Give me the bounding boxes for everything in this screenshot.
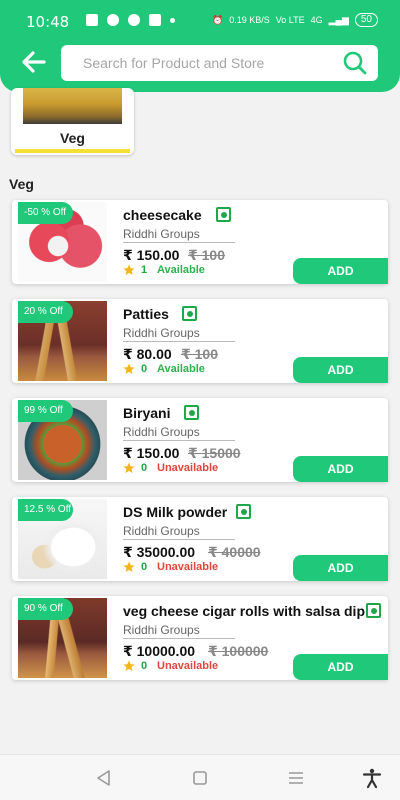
product-card[interactable]: 99 % Off Biryani Riddhi Groups ₹ 150.00 … [12, 398, 388, 482]
app-header: 10:48 ⏰ 0.19 KB/S Vo LTE 4G ▂▄▆ 50 [0, 0, 400, 92]
availability-status: Unavailable [157, 561, 219, 573]
search-bar[interactable] [61, 45, 378, 81]
status-right: ⏰ 0.19 KB/S Vo LTE 4G ▂▄▆ 50 [212, 13, 378, 27]
section-title: Veg [9, 176, 34, 192]
search-input[interactable] [61, 45, 341, 81]
availability-status: Unavailable [157, 660, 219, 672]
star-icon [123, 660, 135, 671]
product-card[interactable]: 20 % Off Patties Riddhi Groups ₹ 80.00 ₹… [12, 299, 388, 383]
veg-indicator-icon [236, 504, 251, 519]
product-price: ₹ 150.00 [123, 247, 180, 263]
product-name: cheesecake [123, 207, 202, 223]
divider [123, 539, 235, 540]
arrow-left-icon [22, 51, 46, 73]
add-button[interactable]: ADD [293, 258, 388, 284]
product-rating: 0 [141, 660, 148, 672]
product-name: Biryani [123, 405, 171, 421]
product-price: ₹ 150.00 [123, 445, 180, 461]
discount-badge: 12.5 % Off [18, 499, 73, 521]
product-store: Riddhi Groups [123, 227, 200, 241]
product-card[interactable]: 90 % Off veg cheese cigar rolls with sal… [12, 596, 388, 680]
search-icon[interactable] [342, 50, 368, 76]
product-card[interactable]: 12.5 % Off DS Milk powder Riddhi Groups … [12, 497, 388, 581]
triangle-back-icon[interactable] [93, 767, 115, 789]
product-name: Patties [123, 306, 169, 322]
category-label: Veg [60, 130, 85, 146]
product-mrp: ₹ 100 [181, 346, 218, 362]
fan-icon [107, 14, 119, 26]
product-rating: 0 [141, 363, 148, 375]
product-price: ₹ 80.00 [123, 346, 172, 362]
battery-level: 50 [354, 13, 378, 27]
back-button[interactable] [20, 48, 48, 76]
product-store: Riddhi Groups [123, 326, 200, 340]
category-selected-indicator [15, 149, 130, 153]
product-mrp: ₹ 100 [188, 247, 225, 263]
discount-badge: 99 % Off [18, 400, 73, 422]
star-icon [123, 363, 135, 374]
product-store: Riddhi Groups [123, 425, 200, 439]
square-home-icon[interactable] [189, 767, 211, 789]
category-tile-veg[interactable]: Veg [11, 88, 134, 155]
alarm-icon: ⏰ [212, 14, 224, 25]
product-mrp: ₹ 15000 [188, 445, 241, 461]
accessibility-icon[interactable] [361, 767, 383, 789]
app-notification-icon [149, 14, 161, 26]
system-nav-bar [0, 754, 400, 800]
add-button[interactable]: ADD [293, 456, 388, 482]
availability-status: Available [157, 264, 205, 276]
menu-lines-icon[interactable] [285, 767, 307, 789]
product-rating: 0 [141, 462, 148, 474]
divider [123, 440, 235, 441]
product-rating: 0 [141, 561, 148, 573]
add-button[interactable]: ADD [293, 654, 388, 680]
product-rating: 1 [141, 264, 148, 276]
divider [123, 638, 235, 639]
star-icon [123, 462, 135, 473]
veg-indicator-icon [216, 207, 231, 222]
discount-badge: 20 % Off [18, 301, 73, 323]
status-notification-icons [86, 14, 175, 26]
product-mrp: ₹ 40000 [208, 544, 261, 560]
availability-status: Available [157, 363, 205, 375]
discount-badge: 90 % Off [18, 598, 73, 620]
veg-indicator-icon [182, 306, 197, 321]
app-icon [128, 14, 140, 26]
status-bar: 10:48 ⏰ 0.19 KB/S Vo LTE 4G ▂▄▆ 50 [0, 0, 400, 40]
status-time: 10:48 [26, 13, 70, 31]
signal-label: 4G [310, 15, 323, 25]
product-mrp: ₹ 100000 [208, 643, 269, 659]
divider [123, 341, 235, 342]
volte-label: Vo LTE [275, 15, 305, 25]
category-image [23, 88, 122, 124]
veg-indicator-icon [184, 405, 199, 420]
product-card[interactable]: -50 % Off cheesecake Riddhi Groups ₹ 150… [12, 200, 388, 284]
product-store: Riddhi Groups [123, 623, 200, 637]
product-name: DS Milk powder [123, 504, 228, 520]
message-icon [86, 14, 98, 26]
add-button[interactable]: ADD [293, 555, 388, 581]
divider [123, 242, 235, 243]
product-price: ₹ 35000.00 [123, 544, 196, 560]
star-icon [123, 264, 135, 275]
product-name: veg cheese cigar rolls with salsa dip [123, 603, 365, 619]
product-price: ₹ 10000.00 [123, 643, 196, 659]
product-store: Riddhi Groups [123, 524, 200, 538]
star-icon [123, 561, 135, 572]
discount-badge: -50 % Off [18, 202, 73, 224]
add-button[interactable]: ADD [293, 357, 388, 383]
signal-icon: ▂▄▆ [328, 14, 349, 25]
veg-indicator-icon [366, 603, 381, 618]
availability-status: Unavailable [157, 462, 219, 474]
net-speed: 0.19 KB/S [229, 15, 270, 25]
more-dot-icon [170, 17, 175, 23]
